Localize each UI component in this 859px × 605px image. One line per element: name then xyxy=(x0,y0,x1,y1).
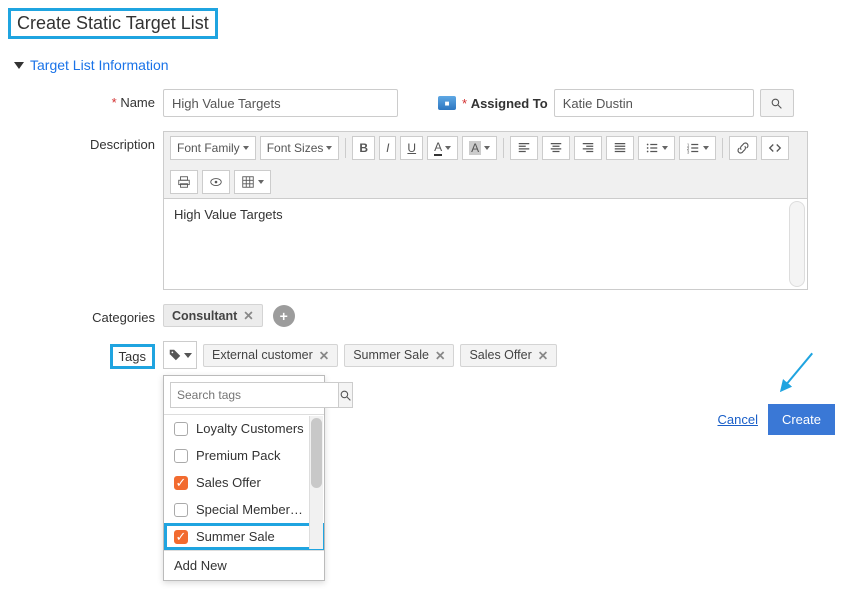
name-label: * Name xyxy=(8,89,163,110)
bg-color-button[interactable]: A xyxy=(462,136,497,160)
remove-icon[interactable]: ✕ xyxy=(435,348,445,363)
tags-dropdown: Loyalty Customers Premium Pack ✓Sales Of… xyxy=(163,375,325,581)
bold-button[interactable]: B xyxy=(352,136,375,160)
chevron-down-icon xyxy=(258,180,264,184)
chevron-down-icon xyxy=(703,146,709,150)
categories-label: Categories xyxy=(8,304,163,325)
tags-search-button[interactable] xyxy=(338,382,353,408)
tag-chip[interactable]: External customer✕ xyxy=(203,344,338,367)
section-toggle[interactable]: Target List Information xyxy=(14,57,851,73)
link-button[interactable] xyxy=(729,136,757,160)
tag-option[interactable]: Loyalty Customers xyxy=(164,415,324,442)
assigned-to-search-button[interactable] xyxy=(760,89,794,117)
checkbox-checked-icon: ✓ xyxy=(174,530,188,544)
chevron-down-icon xyxy=(484,146,490,150)
search-icon xyxy=(770,97,783,110)
assigned-to-field[interactable] xyxy=(554,89,754,117)
code-button[interactable] xyxy=(761,136,789,160)
chevron-down-icon xyxy=(326,146,332,150)
checkbox-checked-icon: ✓ xyxy=(174,476,188,490)
name-field[interactable] xyxy=(163,89,398,117)
tag-option-highlighted[interactable]: ✓Summer Sale xyxy=(164,523,324,550)
remove-icon[interactable]: ✕ xyxy=(243,308,253,323)
tag-option[interactable]: Premium Pack xyxy=(164,442,324,469)
font-size-select[interactable]: Font Sizes xyxy=(260,136,340,160)
checkbox-icon xyxy=(174,503,188,517)
tags-menu-button[interactable] xyxy=(163,341,197,369)
description-label: Description xyxy=(8,131,163,152)
remove-icon[interactable]: ✕ xyxy=(538,348,548,363)
create-button[interactable]: Create xyxy=(768,404,835,435)
chevron-down-icon xyxy=(243,146,249,150)
preview-button[interactable] xyxy=(202,170,230,194)
assigned-to-label: * Assigned To xyxy=(462,96,548,111)
description-textarea[interactable]: High Value Targets xyxy=(164,199,807,289)
italic-button[interactable]: I xyxy=(379,136,396,160)
checkbox-icon xyxy=(174,422,188,436)
tag-chip[interactable]: Sales Offer✕ xyxy=(460,344,557,367)
tag-icon xyxy=(168,348,182,362)
align-center-button[interactable] xyxy=(542,136,570,160)
scrollbar[interactable] xyxy=(789,201,805,287)
number-list-button[interactable]: 123 xyxy=(679,136,716,160)
search-icon xyxy=(339,389,352,402)
add-category-button[interactable]: + xyxy=(273,305,295,327)
scrollbar[interactable] xyxy=(309,416,323,549)
underline-button[interactable]: U xyxy=(400,136,423,160)
add-new-tag[interactable]: Add New xyxy=(164,550,324,580)
caret-down-icon xyxy=(14,62,24,69)
table-button[interactable] xyxy=(234,170,271,194)
align-right-button[interactable] xyxy=(574,136,602,160)
section-title: Target List Information xyxy=(30,57,169,73)
font-family-select[interactable]: Font Family xyxy=(170,136,256,160)
tags-label: Tags xyxy=(110,344,155,369)
category-chip[interactable]: Consultant ✕ xyxy=(163,304,263,327)
print-button[interactable] xyxy=(170,170,198,194)
tag-option[interactable]: ✓Sales Offer xyxy=(164,469,324,496)
align-left-button[interactable] xyxy=(510,136,538,160)
description-editor: Font Family Font Sizes B I U A A 123 xyxy=(163,131,808,290)
editor-toolbar: Font Family Font Sizes B I U A A 123 xyxy=(164,132,807,199)
text-color-button[interactable]: A xyxy=(427,136,458,160)
page-title: Create Static Target List xyxy=(8,8,218,39)
contact-card-icon: ■ xyxy=(438,96,456,110)
tags-search-input[interactable] xyxy=(170,382,338,408)
chevron-down-icon xyxy=(184,353,192,358)
bullet-list-button[interactable] xyxy=(638,136,675,160)
justify-button[interactable] xyxy=(606,136,634,160)
cancel-link[interactable]: Cancel xyxy=(718,412,758,427)
remove-icon[interactable]: ✕ xyxy=(319,348,329,363)
chevron-down-icon xyxy=(662,146,668,150)
checkbox-icon xyxy=(174,449,188,463)
tag-option[interactable]: Special Member… xyxy=(164,496,324,523)
chevron-down-icon xyxy=(445,146,451,150)
tag-chip[interactable]: Summer Sale✕ xyxy=(344,344,454,367)
svg-text:3: 3 xyxy=(687,149,690,154)
